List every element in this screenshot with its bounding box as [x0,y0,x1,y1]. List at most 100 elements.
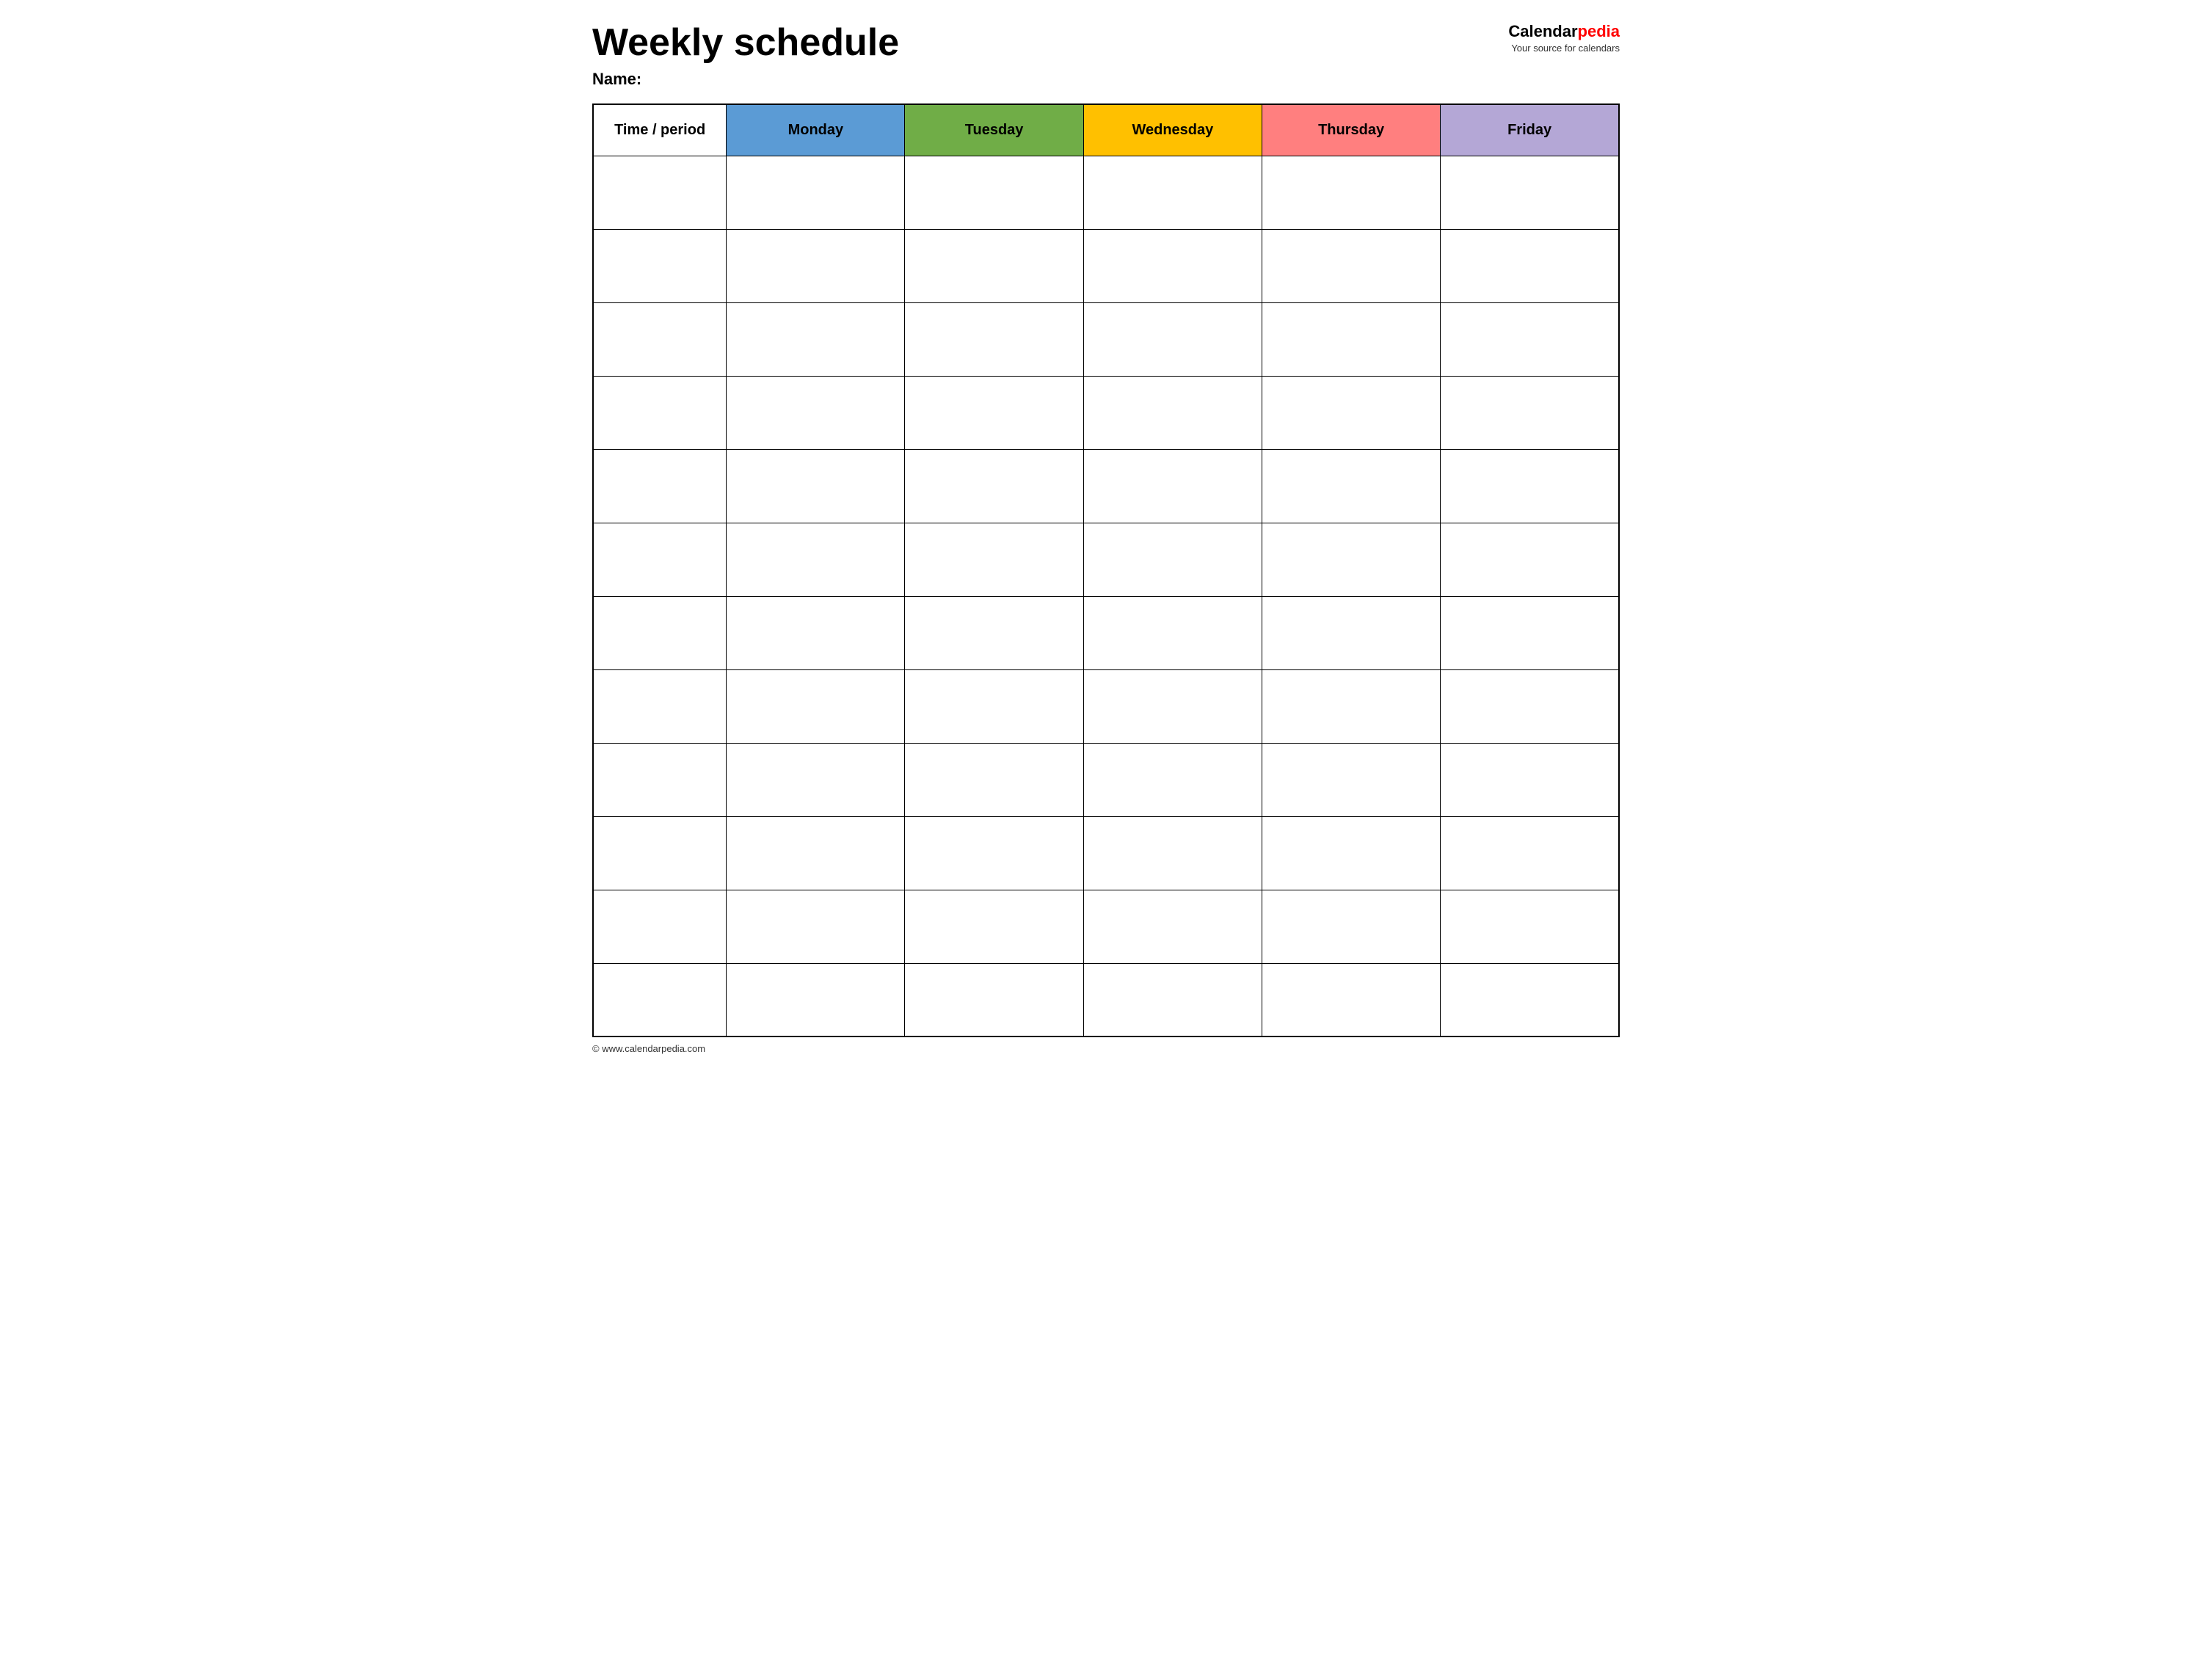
logo-calendar: Calendar [1508,22,1577,40]
cell-thursday-2[interactable] [1262,302,1440,376]
col-header-wednesday: Wednesday [1083,104,1262,156]
table-row [593,376,1619,449]
cell-friday-9[interactable] [1441,816,1619,890]
cell-thursday-5[interactable] [1262,523,1440,596]
cell-wednesday-9[interactable] [1083,816,1262,890]
cell-time-0[interactable] [593,156,727,229]
cell-thursday-9[interactable] [1262,816,1440,890]
cell-monday-9[interactable] [727,816,905,890]
table-row [593,449,1619,523]
cell-thursday-8[interactable] [1262,743,1440,816]
table-row [593,816,1619,890]
page-title: Weekly schedule [592,22,1508,64]
logo-pedia: pedia [1578,22,1620,40]
cell-wednesday-2[interactable] [1083,302,1262,376]
cell-thursday-7[interactable] [1262,669,1440,743]
cell-wednesday-3[interactable] [1083,376,1262,449]
col-header-thursday: Thursday [1262,104,1440,156]
cell-friday-0[interactable] [1441,156,1619,229]
cell-monday-8[interactable] [727,743,905,816]
cell-tuesday-2[interactable] [905,302,1083,376]
cell-friday-10[interactable] [1441,890,1619,963]
cell-monday-2[interactable] [727,302,905,376]
cell-time-3[interactable] [593,376,727,449]
cell-friday-6[interactable] [1441,596,1619,669]
cell-tuesday-8[interactable] [905,743,1083,816]
table-row [593,229,1619,302]
cell-thursday-6[interactable] [1262,596,1440,669]
cell-thursday-3[interactable] [1262,376,1440,449]
cell-tuesday-0[interactable] [905,156,1083,229]
cell-thursday-11[interactable] [1262,963,1440,1037]
schedule-table: Time / period Monday Tuesday Wednesday T… [592,104,1620,1037]
cell-time-2[interactable] [593,302,727,376]
cell-tuesday-10[interactable] [905,890,1083,963]
cell-monday-10[interactable] [727,890,905,963]
table-row [593,669,1619,743]
cell-wednesday-5[interactable] [1083,523,1262,596]
cell-thursday-4[interactable] [1262,449,1440,523]
cell-time-10[interactable] [593,890,727,963]
cell-monday-11[interactable] [727,963,905,1037]
cell-time-1[interactable] [593,229,727,302]
cell-tuesday-11[interactable] [905,963,1083,1037]
cell-time-5[interactable] [593,523,727,596]
cell-friday-1[interactable] [1441,229,1619,302]
name-label: Name: [592,70,1508,89]
cell-wednesday-0[interactable] [1083,156,1262,229]
page-wrapper: Weekly schedule Name: Calendarpedia Your… [592,22,1620,1054]
cell-friday-7[interactable] [1441,669,1619,743]
logo-section: Calendarpedia Your source for calendars [1508,22,1620,54]
cell-monday-4[interactable] [727,449,905,523]
cell-time-6[interactable] [593,596,727,669]
footer: © www.calendarpedia.com [592,1043,1620,1054]
logo-subtitle: Your source for calendars [1508,43,1620,54]
cell-monday-1[interactable] [727,229,905,302]
cell-thursday-1[interactable] [1262,229,1440,302]
cell-friday-3[interactable] [1441,376,1619,449]
table-row [593,743,1619,816]
cell-time-4[interactable] [593,449,727,523]
table-row [593,890,1619,963]
cell-tuesday-9[interactable] [905,816,1083,890]
cell-time-11[interactable] [593,963,727,1037]
table-row [593,523,1619,596]
table-row [593,963,1619,1037]
cell-friday-4[interactable] [1441,449,1619,523]
col-header-friday: Friday [1441,104,1619,156]
cell-wednesday-4[interactable] [1083,449,1262,523]
cell-time-9[interactable] [593,816,727,890]
title-section: Weekly schedule Name: [592,22,1508,89]
cell-friday-11[interactable] [1441,963,1619,1037]
cell-wednesday-7[interactable] [1083,669,1262,743]
cell-thursday-10[interactable] [1262,890,1440,963]
table-header-row: Time / period Monday Tuesday Wednesday T… [593,104,1619,156]
cell-monday-7[interactable] [727,669,905,743]
cell-wednesday-6[interactable] [1083,596,1262,669]
cell-tuesday-5[interactable] [905,523,1083,596]
cell-tuesday-1[interactable] [905,229,1083,302]
cell-monday-0[interactable] [727,156,905,229]
cell-time-7[interactable] [593,669,727,743]
cell-wednesday-8[interactable] [1083,743,1262,816]
table-row [593,156,1619,229]
cell-wednesday-10[interactable] [1083,890,1262,963]
cell-time-8[interactable] [593,743,727,816]
cell-tuesday-3[interactable] [905,376,1083,449]
cell-tuesday-6[interactable] [905,596,1083,669]
cell-wednesday-1[interactable] [1083,229,1262,302]
cell-tuesday-7[interactable] [905,669,1083,743]
cell-friday-2[interactable] [1441,302,1619,376]
cell-wednesday-11[interactable] [1083,963,1262,1037]
copyright-text: © www.calendarpedia.com [592,1043,705,1054]
col-header-tuesday: Tuesday [905,104,1083,156]
cell-tuesday-4[interactable] [905,449,1083,523]
page-header: Weekly schedule Name: Calendarpedia Your… [592,22,1620,89]
cell-monday-5[interactable] [727,523,905,596]
cell-friday-8[interactable] [1441,743,1619,816]
cell-monday-3[interactable] [727,376,905,449]
table-row [593,596,1619,669]
cell-monday-6[interactable] [727,596,905,669]
cell-friday-5[interactable] [1441,523,1619,596]
cell-thursday-0[interactable] [1262,156,1440,229]
